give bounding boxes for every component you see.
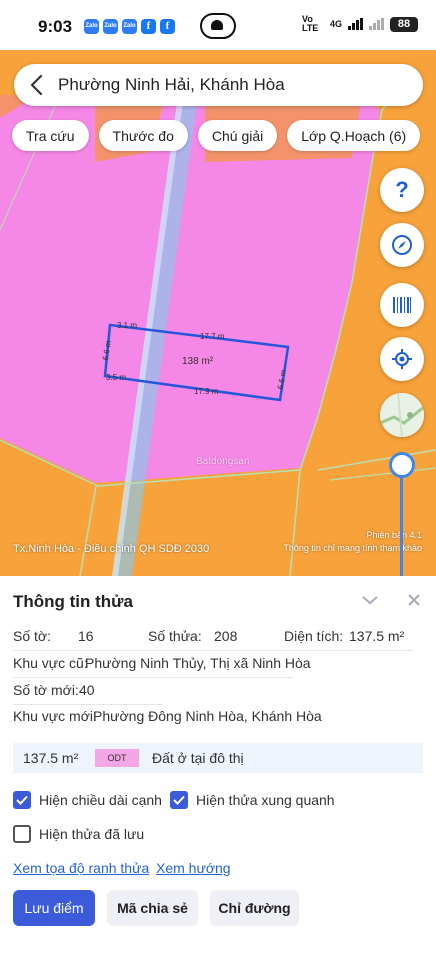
back-button[interactable] [14,64,58,106]
layer-opacity-track[interactable] [400,474,403,576]
map-plan-label: Tx.Ninh Hòa - Điều chỉnh QH SDĐ 2030 [13,543,210,555]
collapse-button[interactable] [360,590,380,610]
chip-tra-cuu[interactable]: Tra cứu [12,120,89,151]
barcode-button[interactable] [380,283,424,327]
my-location-button[interactable] [380,337,424,381]
save-point-button[interactable]: Lưu điểm [13,890,95,926]
checkbox-unchecked-icon[interactable] [13,825,31,843]
option-show-saved[interactable]: Hiện thửa đã lưu [13,825,144,843]
zalo-icon: Zalo [103,19,118,34]
land-code-badge: ODT [95,749,139,767]
parcel-numbers-row: Số tờ: [13,628,51,644]
battery-icon: 88 [390,16,418,32]
view-boundary-coordinates-link[interactable]: Xem tọa độ ranh thửa [13,860,149,876]
map-thumbnail-icon [380,393,424,437]
land-area: 137.5 m² [23,750,79,766]
close-icon [408,594,420,606]
option-show-edge-length[interactable]: Hiện chiều dài cạnh [13,791,162,809]
divider [13,704,163,705]
satellite-layer-button[interactable] [380,393,424,437]
status-bar: 9:03 Zalo Zalo Zalo f f Vo LTE 4G 88 [0,0,436,50]
signal-icon [348,18,363,30]
layer-opacity-handle[interactable] [389,452,415,478]
parcel-edge-label: 3.1 m [117,321,138,330]
wifi-signal-icon [369,18,384,30]
option-label: Hiện thửa đã lưu [39,826,145,842]
compass-icon [392,235,412,255]
parcel-edge-label: 17.7 m [200,332,225,341]
map-watermark: Batdongsan [196,456,250,467]
panel-title: Thông tin thửa [13,592,133,611]
network-type: 4G [329,19,342,29]
land-use-row: 137.5 m² ODT Đất ở tại đô thị [13,743,423,773]
facebook-icon: f [141,19,156,34]
question-icon: ? [395,177,409,202]
kv-moi-label: Khu vực mới: [13,708,97,724]
chip-chu-giai[interactable]: Chú giải [197,120,278,151]
option-label: Hiện thửa xung quanh [196,792,335,808]
map-tools: Tra cứu Thước đo Chú giải Lớp Q.Hoạch (6… [12,120,421,151]
chevron-down-icon [362,596,378,605]
parcel-edge-label: 17.9 m [194,387,219,396]
help-button[interactable]: ? [380,168,424,212]
parcel-area-label: 138 m² [182,356,214,367]
option-show-surrounding[interactable]: Hiện thửa xung quanh [170,791,335,809]
compass-button[interactable] [380,223,424,267]
status-right: Vo LTE 4G 88 [302,15,418,33]
location-search-bar[interactable]: Phường Ninh Hải, Khánh Hòa [14,64,423,106]
divider [13,677,293,678]
location-title: Phường Ninh Hải, Khánh Hòa [58,75,285,94]
volte-label: Vo LTE [301,14,319,33]
crosshair-icon [392,349,412,369]
checkbox-checked-icon[interactable] [170,791,188,809]
so-to-value: 16 [78,628,94,644]
facebook-icon: f [160,19,175,34]
notification-icons: Zalo Zalo Zalo f f [84,19,175,34]
chevron-left-icon [30,74,43,96]
directions-button[interactable]: Chỉ đường [210,890,299,926]
kv-cu-label: Khu vực cũ: [13,655,88,671]
checkbox-checked-icon[interactable] [13,791,31,809]
close-button[interactable] [404,590,424,610]
dien-tich-value: 137.5 m² [349,628,405,644]
land-description: Đất ở tại đô thị [152,750,244,766]
option-label: Hiện chiều dài cạnh [39,792,162,808]
status-time: 9:03 [38,17,73,36]
chip-lop-quy-hoach[interactable]: Lớp Q.Hoạch (6) [287,120,421,151]
dien-tich-label: Diện tích: [284,628,344,644]
share-code-button[interactable]: Mã chia sẻ [107,890,198,926]
so-to-moi-value: 40 [79,682,95,698]
so-to-moi-label: Số tờ mới: [13,682,79,698]
so-thua-value: 208 [214,628,238,644]
map-version: Phiên bản 4.1 [366,530,422,540]
view-direction-link[interactable]: Xem hướng [156,860,231,876]
kv-cu-value: Phường Ninh Thủy, Thị xã Ninh Hòa [85,655,311,671]
so-thua-label: Số thửa: [148,628,202,644]
barcode-icon [393,297,411,313]
divider [13,650,413,651]
zalo-icon: Zalo [84,19,99,34]
parcel-edge-label: 3.5 m [106,373,127,382]
kv-moi-value: Phường Đông Ninh Hòa, Khánh Hòa [93,708,322,724]
chip-thuoc-do[interactable]: Thước đo [98,120,188,151]
so-to-label: Số tờ: [13,628,51,644]
zalo-icon: Zalo [122,19,137,34]
hotspot-icon [200,13,236,39]
